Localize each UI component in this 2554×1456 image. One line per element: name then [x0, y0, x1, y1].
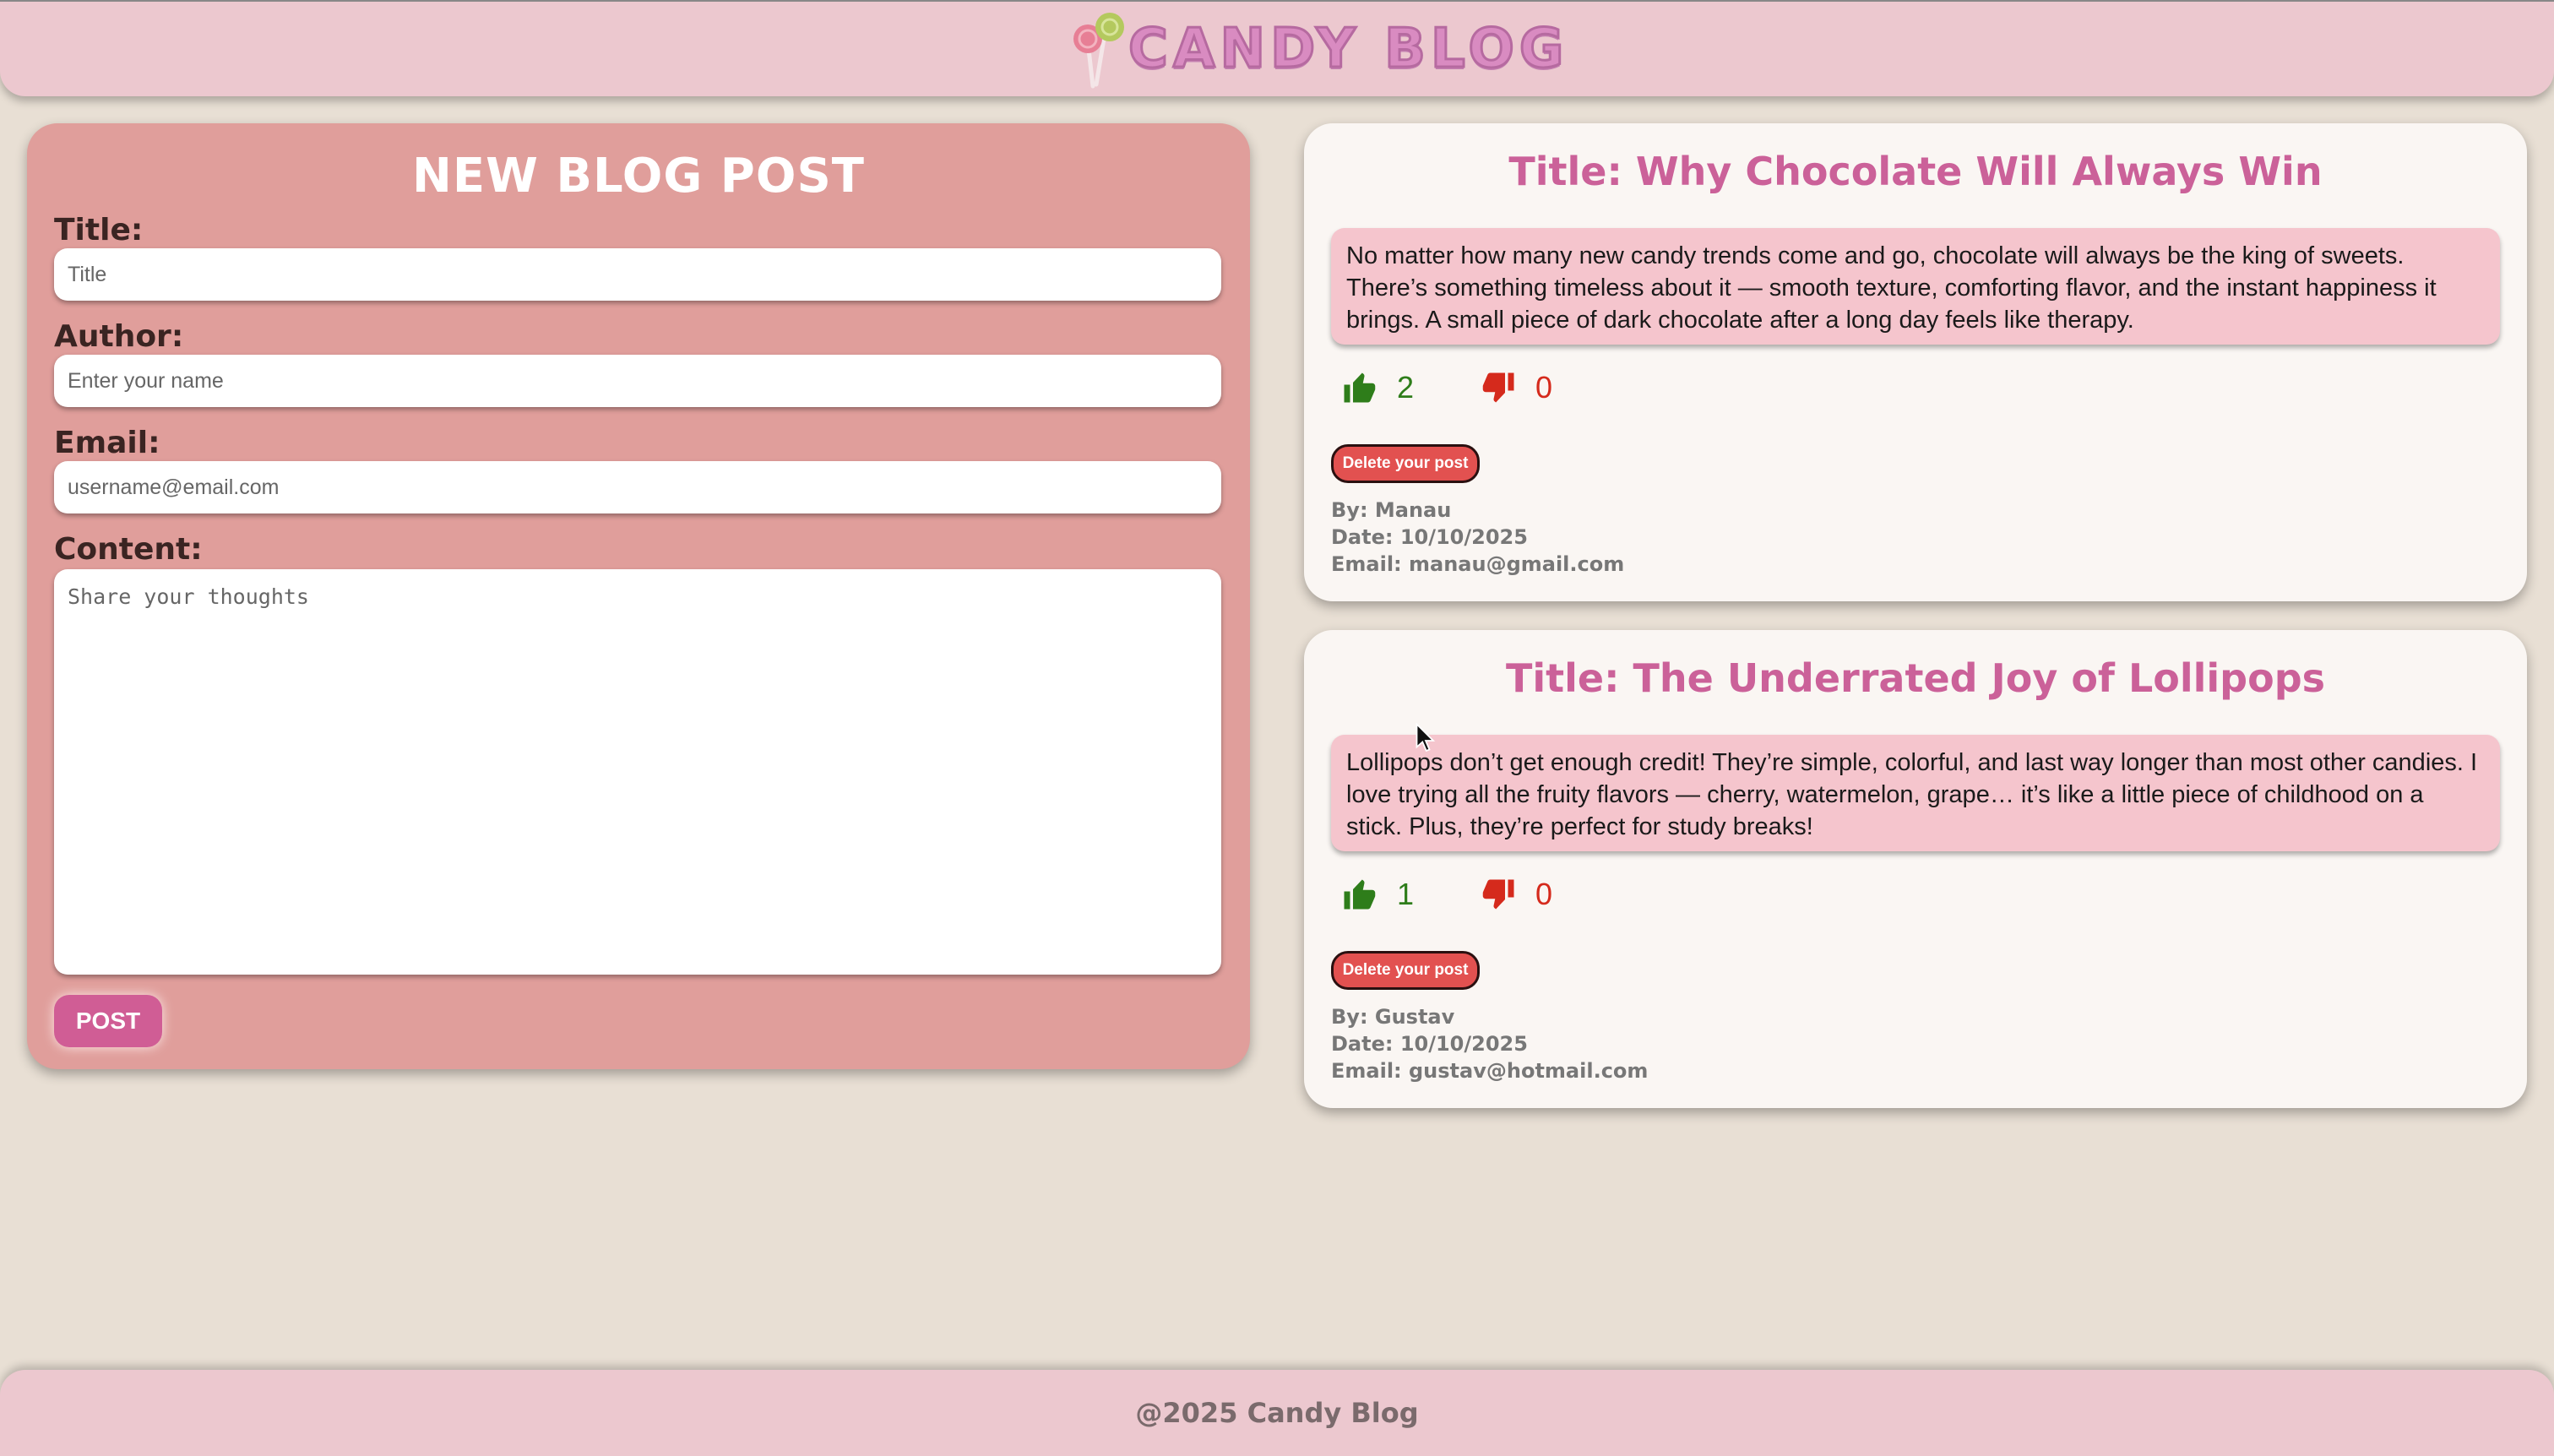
post-date: Date: 10/10/2025 — [1331, 1032, 1528, 1056]
site-footer: @2025 Candy Blog — [0, 1370, 2554, 1456]
thumbs-up-icon[interactable] — [1341, 370, 1377, 405]
author-input[interactable] — [54, 355, 1221, 407]
dislike-count: 0 — [1535, 370, 1553, 405]
thumbs-up-icon[interactable] — [1341, 877, 1377, 912]
post-author: By: Gustav — [1331, 1005, 1455, 1029]
footer-copyright: @2025 Candy Blog — [1135, 1397, 1419, 1429]
post-title: Title: The Underrated Joy of Lollipops — [1505, 655, 2326, 701]
content-label: Content: — [54, 532, 203, 567]
vote-bar: 2 0 — [1341, 367, 1552, 409]
vote-bar: 1 0 — [1341, 873, 1552, 915]
email-input[interactable] — [54, 461, 1221, 513]
email-label: Email: — [54, 426, 160, 460]
post-title: Title: Why Chocolate Will Always Win — [1508, 149, 2323, 194]
delete-post-button[interactable]: Delete your post — [1331, 444, 1480, 483]
mouse-pointer-icon — [1416, 723, 1436, 752]
post-email: Email: gustav@hotmail.com — [1331, 1059, 1649, 1083]
lollipop-icon — [1073, 13, 1124, 89]
site-title: CANDY BLOG — [1127, 17, 1569, 82]
blog-post-card: Title: The Underrated Joy of Lollipops L… — [1304, 630, 2527, 1108]
post-email: Email: manau@gmail.com — [1331, 552, 1625, 576]
title-label: Title: — [54, 213, 144, 247]
dislike-count: 0 — [1535, 877, 1553, 911]
post-content: No matter how many new candy trends come… — [1331, 228, 2500, 345]
delete-post-button[interactable]: Delete your post — [1331, 951, 1480, 990]
post-meta: By: Manau Date: 10/10/2025 Email: manau@… — [1331, 497, 1624, 578]
thumbs-down-icon[interactable] — [1481, 877, 1517, 912]
content-textarea[interactable] — [54, 569, 1221, 975]
like-count: 1 — [1397, 877, 1415, 911]
post-date: Date: 10/10/2025 — [1331, 525, 1528, 549]
logo[interactable]: CANDY BLOG — [1071, 8, 1568, 90]
post-meta: By: Gustav Date: 10/10/2025 Email: gusta… — [1331, 1003, 1648, 1084]
author-label: Author: — [54, 319, 184, 354]
site-header: CANDY BLOG — [0, 0, 2554, 96]
post-button[interactable]: POST — [54, 995, 162, 1047]
new-post-form: NEW BLOG POST Title: Author: Email: Cont… — [27, 123, 1250, 1069]
post-author: By: Manau — [1331, 498, 1452, 522]
form-heading: NEW BLOG POST — [411, 149, 865, 204]
post-content: Lollipops don’t get enough credit! They’… — [1331, 735, 2500, 851]
thumbs-down-icon[interactable] — [1481, 370, 1517, 405]
title-input[interactable] — [54, 248, 1221, 301]
like-count: 2 — [1397, 370, 1415, 405]
blog-post-card: Title: Why Chocolate Will Always Win No … — [1304, 123, 2527, 601]
